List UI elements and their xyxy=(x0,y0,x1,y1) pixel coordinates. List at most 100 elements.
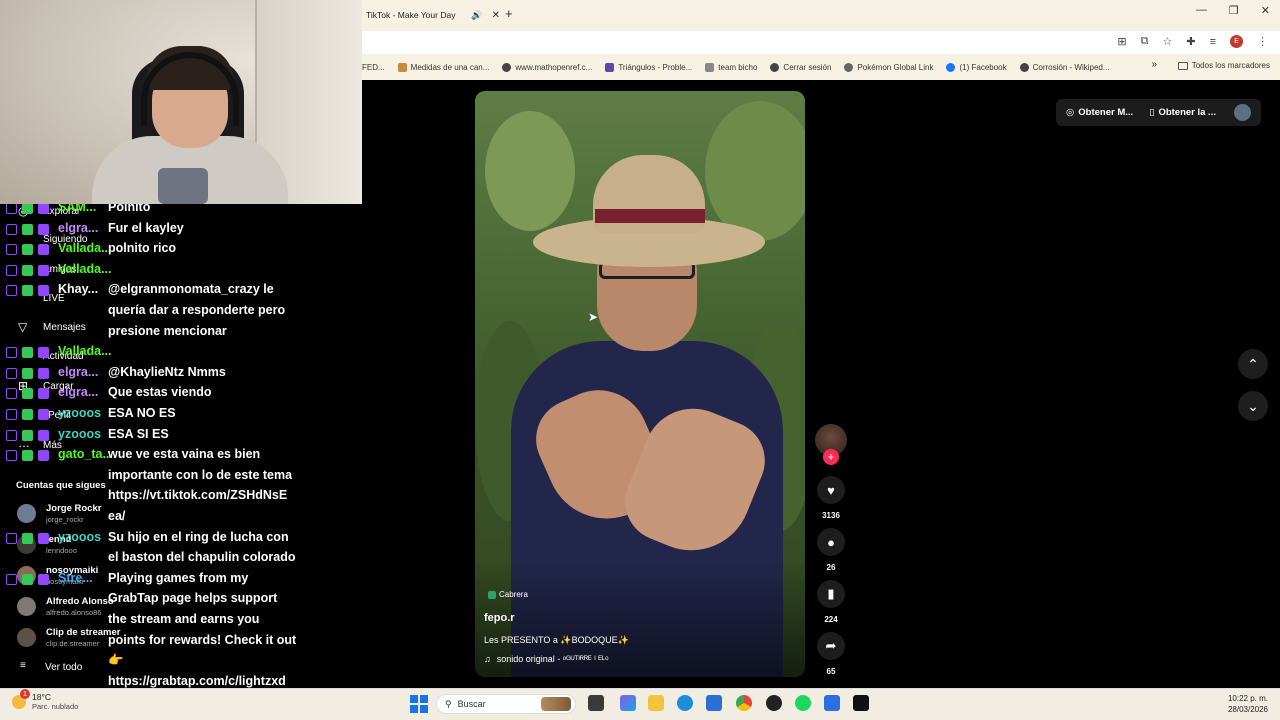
bookmark-item[interactable]: (1) Facebook xyxy=(946,62,1007,72)
comments-count: 26 xyxy=(826,563,836,572)
chat-username[interactable]: elgra... xyxy=(58,221,98,235)
chat-username[interactable]: Khay... xyxy=(58,282,98,296)
bookmark-item[interactable]: www.mathopenref.c... xyxy=(502,62,592,72)
menu-icon[interactable]: ⋮ xyxy=(1257,35,1268,48)
twitch-badge-icon xyxy=(6,285,17,297)
chat-message-text: polnito rico xyxy=(108,241,177,256)
weather-text: 18°C Parc. nublado xyxy=(32,692,78,711)
all-bookmarks-button[interactable]: Todos los marcadores xyxy=(1177,61,1270,70)
chat-username[interactable]: Vallada... xyxy=(58,241,112,255)
verified-badge-icon xyxy=(22,244,33,256)
location-tag[interactable]: Cabrera xyxy=(488,590,528,599)
music-note-icon: ♫ xyxy=(484,654,491,664)
tab-tiktok[interactable]: TikTok - Make Your Day 🔊 ✕ xyxy=(362,2,500,28)
avatar[interactable] xyxy=(17,504,36,523)
chevron-up-icon[interactable]: ⌃ xyxy=(1238,349,1268,379)
chat-message-text: presione mencionar xyxy=(108,323,227,338)
foliage xyxy=(485,111,575,231)
media-icon[interactable]: ≡ xyxy=(1210,36,1216,48)
twitch-badge-icon xyxy=(6,347,17,359)
file-explorer-icon[interactable] xyxy=(648,695,664,711)
chat-username[interactable]: yzooos xyxy=(58,427,101,441)
chevron-right-icon[interactable]: » xyxy=(1151,59,1157,70)
chrome-icon[interactable] xyxy=(736,695,752,711)
bookmark-item[interactable]: FED... xyxy=(362,63,385,72)
bookmark-item[interactable]: Corrosión - Wikiped... xyxy=(1019,62,1110,72)
nav-messages[interactable]: Mensajes xyxy=(43,322,86,333)
follow-plus-icon[interactable]: + xyxy=(823,449,839,465)
chat-username[interactable]: Vallada... xyxy=(58,344,112,358)
heart-icon[interactable]: ♥ xyxy=(817,476,845,504)
store-icon[interactable] xyxy=(706,695,722,711)
chat-message-text: Poinito xyxy=(108,204,151,214)
globe-icon xyxy=(770,62,780,72)
chat-username[interactable]: elgra... xyxy=(58,385,98,399)
windows-start-icon[interactable] xyxy=(410,695,428,713)
subscriber-badge-icon xyxy=(38,264,49,276)
video-sound[interactable]: ♫ sonido original - ᵒᴳᵁᵀᴵᴿᴿᴱ ᴵ ᴱᴸᵒ xyxy=(484,654,608,664)
chat-username[interactable]: yzooos xyxy=(58,530,101,544)
bookmark-icon[interactable]: ▮ xyxy=(817,580,845,608)
get-app-button[interactable]: ▯ Obtener la ... xyxy=(1149,107,1216,118)
comment-icon[interactable]: ● xyxy=(817,528,845,556)
bookmark-item[interactable]: Medidas de una can... xyxy=(397,62,489,72)
copilot-icon[interactable] xyxy=(620,695,636,711)
get-coins-button[interactable]: ◎ Obtener M... xyxy=(1066,107,1133,118)
avatar[interactable] xyxy=(17,597,36,616)
followed-account-name[interactable]: Jorge Rockr xyxy=(46,503,101,514)
see-all-link[interactable]: Ver todo xyxy=(45,662,82,673)
list-icon: ≡ xyxy=(20,660,26,671)
chat-username[interactable]: Stre... xyxy=(58,571,93,585)
capcut-icon[interactable] xyxy=(853,695,869,711)
shield-icon[interactable] xyxy=(824,695,840,711)
bookmark-item[interactable]: team bicho xyxy=(705,62,757,72)
twitch-badge-icon xyxy=(6,573,17,585)
cast-icon[interactable]: ⧉ xyxy=(1141,35,1149,48)
profile-avatar[interactable]: E xyxy=(1230,35,1243,48)
obs-icon[interactable] xyxy=(766,695,782,711)
chat-username[interactable]: Vallada... xyxy=(58,262,112,276)
restore-icon[interactable]: ❐ xyxy=(1229,4,1239,17)
subscriber-badge-icon xyxy=(38,347,49,359)
chat-username[interactable]: elgra... xyxy=(58,365,98,379)
chat-message-text: Fur el kayley xyxy=(108,220,184,235)
bookmark-icon xyxy=(397,62,407,72)
video-author[interactable]: fepo.r xyxy=(484,612,515,624)
speaker-icon[interactable]: 🔊 xyxy=(471,10,482,21)
followed-account-handle: clip.de.streamer xyxy=(46,639,100,648)
bookmark-item[interactable]: Pokémon Global Link xyxy=(844,62,933,72)
verified-badge-icon xyxy=(22,285,33,297)
avatar[interactable] xyxy=(17,628,36,647)
extensions-icon[interactable]: ✚ xyxy=(1186,35,1195,48)
star-icon[interactable]: ☆ xyxy=(1162,35,1172,48)
facebook-icon xyxy=(946,62,956,72)
system-clock[interactable]: 10:22 p. m. 28/03/2026 xyxy=(1228,693,1268,715)
send-icon[interactable]: ▽ xyxy=(18,320,27,334)
new-tab-button[interactable]: + xyxy=(505,6,513,21)
followed-title: Cuentas que sigues xyxy=(16,480,106,491)
foliage xyxy=(705,101,805,241)
bookmark-icon xyxy=(705,62,715,72)
bookmark-item[interactable]: Cerrar sesión xyxy=(770,62,831,72)
chat-username[interactable]: yzooos xyxy=(58,406,101,420)
chat-username[interactable]: gato_ta... xyxy=(58,447,113,461)
close-icon[interactable]: ✕ xyxy=(492,10,500,21)
taskbar-search[interactable]: ⚲ Buscar xyxy=(436,694,576,714)
task-view-icon[interactable] xyxy=(588,695,604,711)
chat-username[interactable]: SAM... xyxy=(58,204,96,214)
twitch-badge-icon xyxy=(6,204,17,214)
spotify-icon[interactable] xyxy=(795,695,811,711)
user-avatar[interactable] xyxy=(1234,104,1251,121)
share-icon[interactable]: ➦ xyxy=(817,632,845,660)
subscriber-badge-icon xyxy=(38,388,49,400)
twitch-badge-icon xyxy=(6,367,17,379)
translate-icon[interactable]: ⊞ xyxy=(1117,35,1126,48)
saves-count: 224 xyxy=(824,615,838,624)
edge-icon[interactable] xyxy=(677,695,693,711)
followed-account-name[interactable]: Alfredo Alonso xyxy=(46,596,114,607)
bookmark-item[interactable]: Triángulos - Proble... xyxy=(605,62,692,72)
close-window-icon[interactable]: ✕ xyxy=(1261,4,1270,17)
webcam-shirt-print xyxy=(158,168,208,204)
chevron-down-icon[interactable]: ⌄ xyxy=(1238,391,1268,421)
minimize-icon[interactable]: — xyxy=(1196,4,1207,17)
